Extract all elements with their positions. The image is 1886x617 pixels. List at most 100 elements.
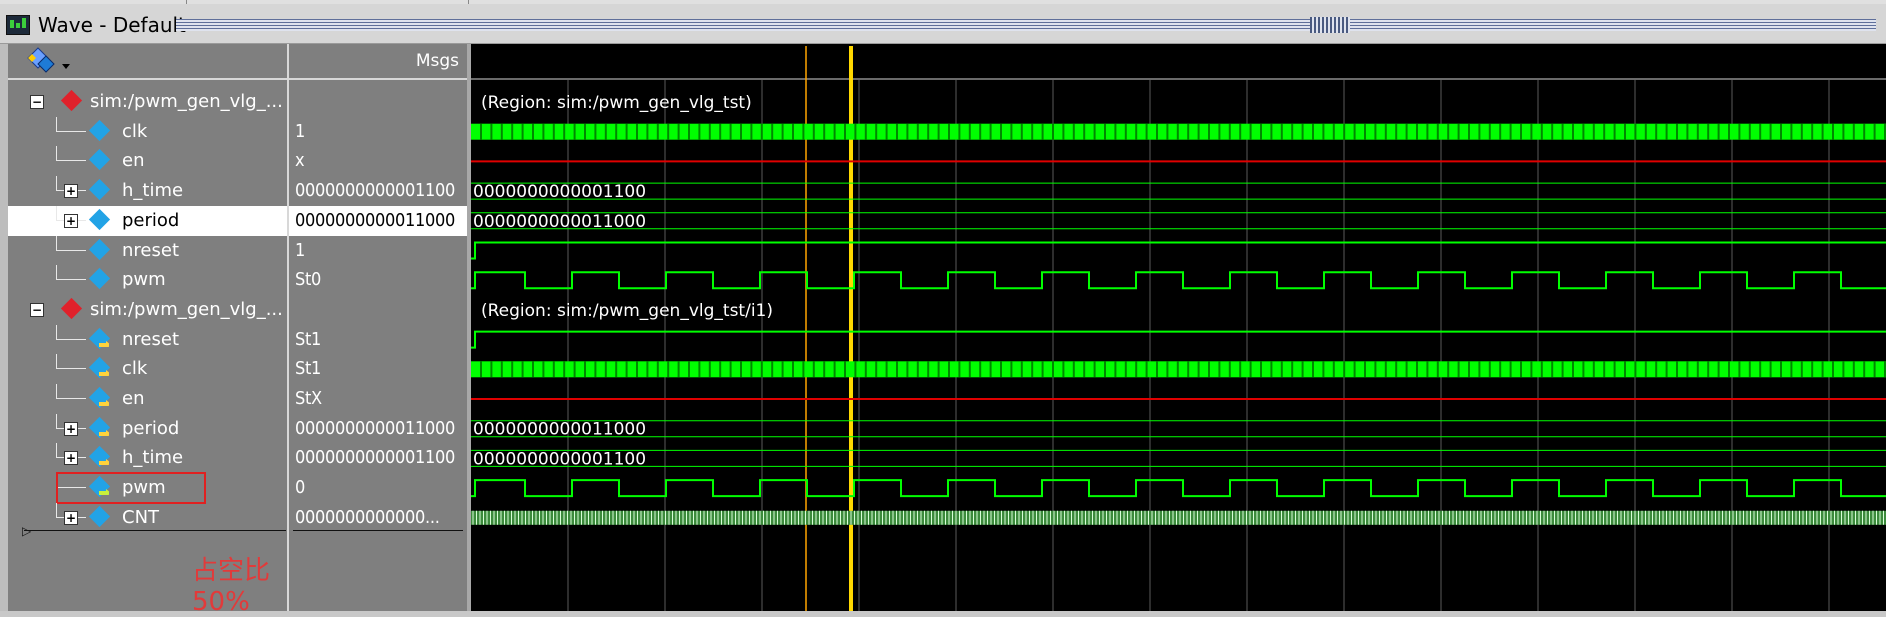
wave-window-icon bbox=[6, 15, 30, 35]
value-row[interactable]: 0 bbox=[289, 473, 469, 503]
collapse-toggle-icon[interactable]: − bbox=[30, 95, 44, 109]
waveform-pane[interactable]: (Region: sim:/pwm_gen_vlg_tst) 0000000000… bbox=[471, 44, 1886, 611]
signal-row[interactable]: + h_time bbox=[8, 443, 287, 473]
signal-row[interactable]: pwm bbox=[8, 265, 287, 295]
signal-name: nreset bbox=[122, 239, 179, 261]
signal-name: period bbox=[122, 209, 180, 231]
signal-row[interactable]: clk bbox=[8, 116, 287, 147]
value-row[interactable]: 0000000000001100 bbox=[289, 176, 469, 206]
reset-wave bbox=[471, 330, 1886, 349]
expand-toggle-icon[interactable]: + bbox=[64, 510, 78, 525]
signal-value: 0000000000000... bbox=[295, 506, 440, 528]
value-row[interactable]: St1 bbox=[289, 354, 469, 384]
signal-row[interactable]: nreset bbox=[8, 324, 287, 355]
tree-line bbox=[56, 176, 57, 192]
blue-diamond-icon bbox=[88, 149, 111, 171]
signal-name: nreset bbox=[122, 328, 179, 350]
signal-name: pwm bbox=[122, 269, 166, 291]
expand-toggle-icon[interactable]: + bbox=[64, 451, 78, 466]
value-row[interactable] bbox=[289, 87, 469, 117]
tree-line bbox=[56, 502, 57, 518]
group-row[interactable]: − sim:/pwm_gen_vlg_... bbox=[8, 87, 287, 117]
tree-line bbox=[56, 279, 86, 281]
signal-name: en bbox=[122, 150, 145, 172]
signal-row[interactable]: nreset bbox=[8, 235, 287, 266]
signal-value: 0000000000011000 bbox=[295, 209, 456, 231]
input-arrow-icon bbox=[99, 370, 109, 377]
bus-value-label: 0000000000001100 bbox=[473, 182, 646, 202]
titlebar-drag-grip[interactable] bbox=[176, 17, 1876, 33]
waveform-canvas[interactable]: (Region: sim:/pwm_gen_vlg_tst) 0000000000… bbox=[471, 44, 1886, 611]
input-arrow-icon bbox=[99, 459, 109, 466]
expand-toggle-icon[interactable]: + bbox=[64, 184, 78, 199]
signal-values-pane: Msgs 1 x 0000000000001100 0000000000011000 1… bbox=[287, 44, 469, 611]
add-wave-dropdown-icon[interactable] bbox=[22, 44, 82, 76]
input-arrow-icon bbox=[99, 340, 109, 347]
collapse-toggle-icon[interactable]: − bbox=[30, 302, 44, 317]
blue-diamond-icon bbox=[88, 208, 111, 230]
blue-diamond-icon bbox=[88, 505, 111, 527]
tree-line bbox=[56, 160, 86, 162]
red-diamond-icon bbox=[60, 297, 83, 319]
tree-line bbox=[56, 354, 57, 370]
signal-name: h_time bbox=[122, 180, 184, 202]
expand-toggle-icon[interactable]: + bbox=[64, 421, 78, 436]
value-row[interactable]: 1 bbox=[289, 236, 469, 266]
blue-diamond-icon bbox=[88, 119, 111, 141]
tree-line bbox=[56, 324, 57, 340]
tree-line bbox=[56, 398, 86, 399]
expand-toggle-icon[interactable]: + bbox=[64, 213, 78, 228]
tree-line bbox=[56, 235, 57, 251]
signal-value: StX bbox=[295, 388, 322, 409]
value-row[interactable]: St0 bbox=[289, 265, 469, 295]
region-label: (Region: sim:/pwm_gen_vlg_tst) bbox=[481, 93, 752, 113]
value-row[interactable]: x bbox=[289, 146, 469, 176]
tree-line bbox=[56, 130, 86, 132]
signal-value: 0000000000001100 bbox=[295, 180, 456, 202]
value-row[interactable]: St1 bbox=[289, 325, 469, 355]
grip-knob[interactable] bbox=[1310, 17, 1350, 33]
value-row[interactable]: 0000000000011000 bbox=[289, 414, 469, 444]
tree-line bbox=[56, 265, 57, 281]
blue-diamond-icon bbox=[88, 238, 111, 260]
signal-value: 0000000000001100 bbox=[295, 447, 456, 469]
signal-row[interactable]: + CNT bbox=[8, 502, 287, 533]
bus-value-label: 0000000000011000 bbox=[473, 420, 646, 440]
signal-value: 1 bbox=[295, 239, 306, 261]
bus-value-label: 0000000000011000 bbox=[473, 212, 646, 232]
duty-cycle-annotation: 占空比50% bbox=[192, 556, 271, 617]
value-row[interactable]: 0000000000011000 bbox=[289, 205, 469, 236]
signal-row[interactable]: clk bbox=[8, 354, 287, 384]
values-header: Msgs bbox=[289, 44, 469, 80]
input-arrow-icon bbox=[99, 400, 109, 406]
reset-wave bbox=[471, 241, 1886, 260]
signal-row[interactable]: en bbox=[8, 384, 287, 414]
signal-value: 1 bbox=[295, 120, 306, 142]
signal-value: x bbox=[295, 150, 305, 172]
value-row[interactable]: 1 bbox=[289, 117, 469, 147]
tree-line bbox=[56, 368, 86, 370]
signal-row[interactable]: + h_time bbox=[8, 176, 287, 206]
value-row[interactable]: 0000000000001100 bbox=[289, 443, 469, 473]
signal-row[interactable]: + period bbox=[8, 205, 287, 236]
tree-line bbox=[56, 249, 86, 251]
signal-name: en bbox=[122, 388, 145, 409]
signal-name: clk bbox=[122, 120, 148, 142]
bus-value-label: 0000000000001100 bbox=[473, 449, 646, 469]
signal-value: 0 bbox=[295, 477, 306, 499]
signal-row[interactable]: en bbox=[8, 146, 287, 176]
group-name: sim:/pwm_gen_vlg_... bbox=[90, 91, 283, 112]
msgs-header: Msgs bbox=[415, 51, 459, 71]
value-row[interactable] bbox=[289, 295, 469, 325]
signal-row[interactable]: + period bbox=[8, 413, 287, 444]
window-titlebar: Wave - Default bbox=[0, 4, 1886, 44]
tree-line bbox=[56, 205, 57, 221]
value-insertion-line bbox=[293, 530, 463, 531]
pwm-highlight-box bbox=[56, 472, 206, 505]
blue-diamond-icon bbox=[88, 178, 111, 201]
signal-value: St1 bbox=[295, 358, 322, 380]
group-row[interactable]: − sim:/pwm_gen_vlg_... bbox=[8, 295, 287, 325]
value-row[interactable]: 0000000000000... bbox=[289, 503, 469, 533]
value-row[interactable]: StX bbox=[289, 384, 469, 414]
window-title: Wave - Default bbox=[38, 13, 186, 37]
